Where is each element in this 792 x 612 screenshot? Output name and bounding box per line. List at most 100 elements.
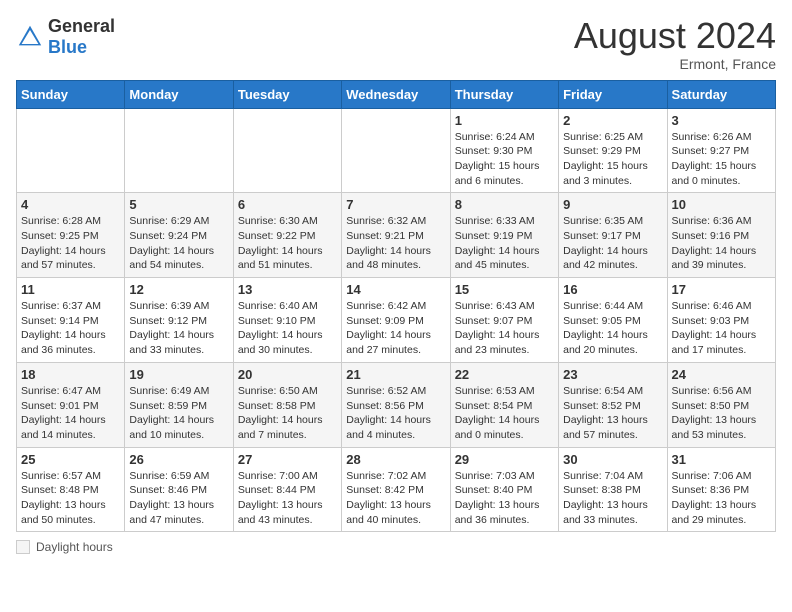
day-info: Sunrise: 6:57 AMSunset: 8:48 PMDaylight:…	[21, 469, 120, 528]
day-number: 23	[563, 367, 662, 382]
day-info: Sunrise: 6:50 AMSunset: 8:58 PMDaylight:…	[238, 384, 337, 443]
calendar-cell: 8Sunrise: 6:33 AMSunset: 9:19 PMDaylight…	[450, 193, 558, 278]
day-number: 16	[563, 282, 662, 297]
calendar-cell: 28 Sunrise: 7:02 AMSunset: 8:42 PMDayligh…	[342, 447, 450, 532]
day-number: 18	[21, 367, 120, 382]
calendar-week-1: 4 Sunrise: 6:28 AMSunset: 9:25 PMDaylight…	[17, 193, 776, 278]
day-info: Sunrise: 6:54 AMSunset: 8:52 PMDaylight:…	[563, 384, 662, 443]
calendar-cell: 18 Sunrise: 6:47 AMSunset: 9:01 PMDayligh…	[17, 362, 125, 447]
calendar-cell: 13 Sunrise: 6:40 AMSunset: 9:10 PMDayligh…	[233, 278, 341, 363]
calendar-cell: 1 Sunrise: 6:24 AMSunset: 9:30 PMDaylight…	[450, 108, 558, 193]
calendar-cell: 27Sunrise: 7:00 AMSunset: 8:44 PMDayligh…	[233, 447, 341, 532]
legend-label: Daylight hours	[36, 540, 113, 554]
day-info: Sunrise: 6:29 AMSunset: 9:24 PMDaylight:…	[129, 214, 228, 273]
calendar-cell: 12Sunrise: 6:39 AMSunset: 9:12 PMDayligh…	[125, 278, 233, 363]
day-info: Sunrise: 6:33 AMSunset: 9:19 PMDaylight:…	[455, 214, 554, 273]
calendar-cell: 23 Sunrise: 6:54 AMSunset: 8:52 PMDayligh…	[559, 362, 667, 447]
day-number: 1	[455, 113, 554, 128]
day-number: 4	[21, 197, 120, 212]
day-number: 20	[238, 367, 337, 382]
day-number: 31	[672, 452, 771, 467]
calendar-week-4: 25 Sunrise: 6:57 AMSunset: 8:48 PMDayligh…	[17, 447, 776, 532]
day-info: Sunrise: 6:25 AMSunset: 9:29 PMDaylight:…	[563, 130, 662, 189]
calendar-cell: 10Sunrise: 6:36 AMSunset: 9:16 PMDayligh…	[667, 193, 775, 278]
calendar-table: Sunday Monday Tuesday Wednesday Thursday…	[16, 80, 776, 533]
day-number: 6	[238, 197, 337, 212]
day-number: 26	[129, 452, 228, 467]
day-info: Sunrise: 6:52 AMSunset: 8:56 PMDaylight:…	[346, 384, 445, 443]
header-monday: Monday	[125, 80, 233, 108]
day-info: Sunrise: 7:00 AMSunset: 8:44 PMDaylight:…	[238, 469, 337, 528]
calendar-header: Sunday Monday Tuesday Wednesday Thursday…	[17, 80, 776, 108]
calendar-cell: 22 Sunrise: 6:53 AMSunset: 8:54 PMDayligh…	[450, 362, 558, 447]
day-number: 15	[455, 282, 554, 297]
header-saturday: Saturday	[667, 80, 775, 108]
logo-text-general: General	[48, 16, 115, 36]
day-number: 12	[129, 282, 228, 297]
logo: General Blue	[16, 16, 115, 58]
calendar-cell: 5Sunrise: 6:29 AMSunset: 9:24 PMDaylight…	[125, 193, 233, 278]
header-sunday: Sunday	[17, 80, 125, 108]
day-info: Sunrise: 6:49 AMSunset: 8:59 PMDaylight:…	[129, 384, 228, 443]
calendar-cell: 20 Sunrise: 6:50 AMSunset: 8:58 PMDayligh…	[233, 362, 341, 447]
day-number: 30	[563, 452, 662, 467]
day-info: Sunrise: 6:32 AMSunset: 9:21 PMDaylight:…	[346, 214, 445, 273]
day-info: Sunrise: 6:59 AMSunset: 8:46 PMDaylight:…	[129, 469, 228, 528]
day-number: 29	[455, 452, 554, 467]
day-info: Sunrise: 6:35 AMSunset: 9:17 PMDaylight:…	[563, 214, 662, 273]
day-info: Sunrise: 6:42 AMSunset: 9:09 PMDaylight:…	[346, 299, 445, 358]
day-number: 3	[672, 113, 771, 128]
calendar-cell: 26 Sunrise: 6:59 AMSunset: 8:46 PMDayligh…	[125, 447, 233, 532]
day-info: Sunrise: 7:06 AMSunset: 8:36 PMDaylight:…	[672, 469, 771, 528]
calendar-week-0: 1 Sunrise: 6:24 AMSunset: 9:30 PMDaylight…	[17, 108, 776, 193]
header-thursday: Thursday	[450, 80, 558, 108]
day-info: Sunrise: 6:44 AMSunset: 9:05 PMDaylight:…	[563, 299, 662, 358]
calendar-cell: 3 Sunrise: 6:26 AMSunset: 9:27 PMDaylight…	[667, 108, 775, 193]
header-friday: Friday	[559, 80, 667, 108]
day-number: 9	[563, 197, 662, 212]
day-info: Sunrise: 6:36 AMSunset: 9:16 PMDaylight:…	[672, 214, 771, 273]
day-number: 28	[346, 452, 445, 467]
day-number: 2	[563, 113, 662, 128]
calendar-cell	[17, 108, 125, 193]
day-info: Sunrise: 6:28 AMSunset: 9:25 PMDaylight:…	[21, 214, 120, 273]
day-number: 21	[346, 367, 445, 382]
calendar-cell: 15 Sunrise: 6:43 AMSunset: 9:07 PMDayligh…	[450, 278, 558, 363]
calendar-cell: 17Sunrise: 6:46 AMSunset: 9:03 PMDayligh…	[667, 278, 775, 363]
day-info: Sunrise: 6:43 AMSunset: 9:07 PMDaylight:…	[455, 299, 554, 358]
calendar-week-3: 18 Sunrise: 6:47 AMSunset: 9:01 PMDayligh…	[17, 362, 776, 447]
page-header: General Blue August 2024 Ermont, France	[16, 16, 776, 72]
day-number: 25	[21, 452, 120, 467]
day-info: Sunrise: 7:02 AMSunset: 8:42 PMDaylight:…	[346, 469, 445, 528]
day-info: Sunrise: 6:46 AMSunset: 9:03 PMDaylight:…	[672, 299, 771, 358]
day-info: Sunrise: 6:47 AMSunset: 9:01 PMDaylight:…	[21, 384, 120, 443]
calendar-cell	[125, 108, 233, 193]
day-info: Sunrise: 6:40 AMSunset: 9:10 PMDaylight:…	[238, 299, 337, 358]
calendar-cell: 31 Sunrise: 7:06 AMSunset: 8:36 PMDayligh…	[667, 447, 775, 532]
header-tuesday: Tuesday	[233, 80, 341, 108]
day-info: Sunrise: 7:04 AMSunset: 8:38 PMDaylight:…	[563, 469, 662, 528]
day-info: Sunrise: 6:53 AMSunset: 8:54 PMDaylight:…	[455, 384, 554, 443]
calendar-cell: 30 Sunrise: 7:04 AMSunset: 8:38 PMDayligh…	[559, 447, 667, 532]
day-number: 11	[21, 282, 120, 297]
calendar-cell: 6 Sunrise: 6:30 AMSunset: 9:22 PMDaylight…	[233, 193, 341, 278]
day-number: 7	[346, 197, 445, 212]
day-number: 22	[455, 367, 554, 382]
calendar-cell: 29Sunrise: 7:03 AMSunset: 8:40 PMDayligh…	[450, 447, 558, 532]
calendar-cell: 21 Sunrise: 6:52 AMSunset: 8:56 PMDayligh…	[342, 362, 450, 447]
day-number: 13	[238, 282, 337, 297]
logo-text-blue: Blue	[48, 37, 87, 57]
day-info: Sunrise: 6:24 AMSunset: 9:30 PMDaylight:…	[455, 130, 554, 189]
header-row: Sunday Monday Tuesday Wednesday Thursday…	[17, 80, 776, 108]
day-info: Sunrise: 6:26 AMSunset: 9:27 PMDaylight:…	[672, 130, 771, 189]
calendar-cell: 2 Sunrise: 6:25 AMSunset: 9:29 PMDaylight…	[559, 108, 667, 193]
location: Ermont, France	[574, 56, 776, 72]
calendar-cell: 11 Sunrise: 6:37 AMSunset: 9:14 PMDayligh…	[17, 278, 125, 363]
legend: Daylight hours	[16, 540, 776, 554]
calendar-cell: 4 Sunrise: 6:28 AMSunset: 9:25 PMDaylight…	[17, 193, 125, 278]
calendar-cell: 24Sunrise: 6:56 AMSunset: 8:50 PMDayligh…	[667, 362, 775, 447]
header-wednesday: Wednesday	[342, 80, 450, 108]
day-info: Sunrise: 6:30 AMSunset: 9:22 PMDaylight:…	[238, 214, 337, 273]
day-info: Sunrise: 6:37 AMSunset: 9:14 PMDaylight:…	[21, 299, 120, 358]
day-number: 14	[346, 282, 445, 297]
